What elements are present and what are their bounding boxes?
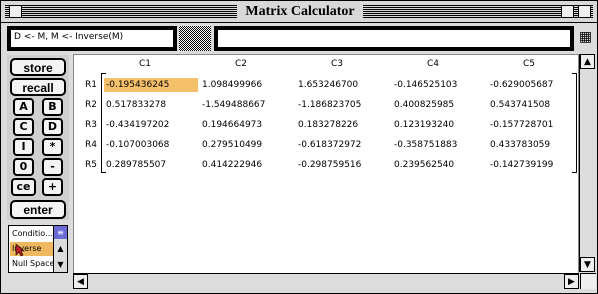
matrix-cell[interactable]: 0.279510499 [200,138,294,152]
clear-entry-button[interactable]: ce [11,178,36,196]
scroll-right-arrow-icon[interactable]: ▶ [564,274,579,289]
matrix-d-button[interactable]: D [42,118,63,136]
column-header: C4 [426,59,439,69]
expression-display: D <- M, M <- Inverse(M) [7,26,177,51]
enter-button[interactable]: enter [10,200,66,219]
matrix-cell[interactable]: -1.549488667 [200,98,294,112]
title-bar[interactable]: Matrix Calculator [1,1,597,23]
matrix-cell[interactable]: -0.298759516 [296,158,390,172]
matrix-cell[interactable]: -0.358751883 [392,138,486,152]
grid-icon[interactable]: ▦ [578,28,593,46]
matrix-c-button[interactable]: C [13,118,34,136]
list-menu-icon[interactable]: ≡ [54,226,67,239]
column-header: C3 [330,59,343,69]
column-header: C1 [138,59,151,69]
matrix-cell[interactable]: 0.239562540 [392,158,486,172]
matrix-cell[interactable]: 0.123193240 [392,118,486,132]
matrix-a-button[interactable]: A [13,98,34,116]
column-header: C2 [234,59,247,69]
list-item[interactable]: Conditio… [10,227,53,241]
command-input-field[interactable] [214,26,574,51]
matrix-cell[interactable]: -0.157728701 [488,118,582,132]
mouse-pointer-icon [15,243,25,257]
matrix-calculator-window: Matrix Calculator D <- M, M <- Inverse(M… [0,0,598,294]
matrix-cell[interactable]: -0.629005687 [488,78,582,92]
zero-button[interactable]: 0 [13,158,34,176]
matrix-cell[interactable]: -0.107003068 [104,138,198,152]
identity-button[interactable]: I [13,138,34,156]
scroll-up-icon[interactable]: ▲ [54,242,67,255]
matrix-cell[interactable]: -0.146525103 [392,78,486,92]
command-input[interactable] [218,30,570,47]
store-button[interactable]: store [10,58,66,76]
matrix-cell[interactable]: 1.653246700 [296,78,390,92]
horizontal-scrollbar[interactable]: ◀ ▶ [73,273,579,289]
minus-button[interactable]: - [42,158,63,176]
matrix-cell[interactable]: 0.517833278 [104,98,198,112]
column-header: C5 [522,59,535,69]
matrix-cell[interactable]: -0.434197202 [104,118,198,132]
matrix-cell[interactable]: 0.400825985 [392,98,486,112]
matrix-cell[interactable]: 0.289785507 [104,158,198,172]
matrix-left-bracket [101,73,106,173]
list-scrollbar[interactable]: ≡ ▲ ▼ [53,226,67,272]
matrix-cell[interactable]: 0.194664973 [200,118,294,132]
collapse-box-icon[interactable] [578,5,591,18]
scroll-down-arrow-icon[interactable]: ▼ [580,257,595,272]
plus-button[interactable]: + [42,178,63,196]
zoom-box-icon[interactable] [561,5,574,18]
scroll-left-arrow-icon[interactable]: ◀ [73,274,88,289]
matrix-cell[interactable]: -0.142739199 [488,158,582,172]
button-panel: store recall A B C D I * 0 - ce + enter [7,55,69,220]
matrix-cell[interactable]: 0.414222946 [200,158,294,172]
matrix-cell[interactable]: 0.543741508 [488,98,582,112]
recall-button[interactable]: recall [10,78,66,96]
scroll-up-arrow-icon[interactable]: ▲ [580,54,595,69]
vertical-scrollbar[interactable]: ▲ ▼ [579,54,595,272]
close-box-icon[interactable] [9,5,22,18]
matrix-b-button[interactable]: B [42,98,63,116]
list-item[interactable]: Null Space [10,257,53,271]
matrix-view[interactable]: C1 C2 C3 C4 C5 R1 -0.195436245 1.098499966 1.653… [73,54,579,274]
matrix-cell[interactable]: 0.183278226 [296,118,390,132]
matrix-cell[interactable]: -1.186823705 [296,98,390,112]
matrix-cell[interactable]: -0.618372972 [296,138,390,152]
matrix-right-bracket [572,73,577,173]
window-title: Matrix Calculator [237,2,363,21]
scroll-down-icon[interactable]: ▼ [54,258,67,271]
expression-text: D <- M, M <- Inverse(M) [11,30,173,47]
matrix-cell[interactable]: 1.098499966 [200,78,294,92]
resize-grip-icon[interactable] [580,273,596,289]
multiply-button[interactable]: * [42,138,63,156]
divider-pattern [179,26,211,51]
matrix-cell-selected[interactable]: -0.195436245 [104,78,198,92]
matrix-cell[interactable]: 0.433783059 [488,138,582,152]
